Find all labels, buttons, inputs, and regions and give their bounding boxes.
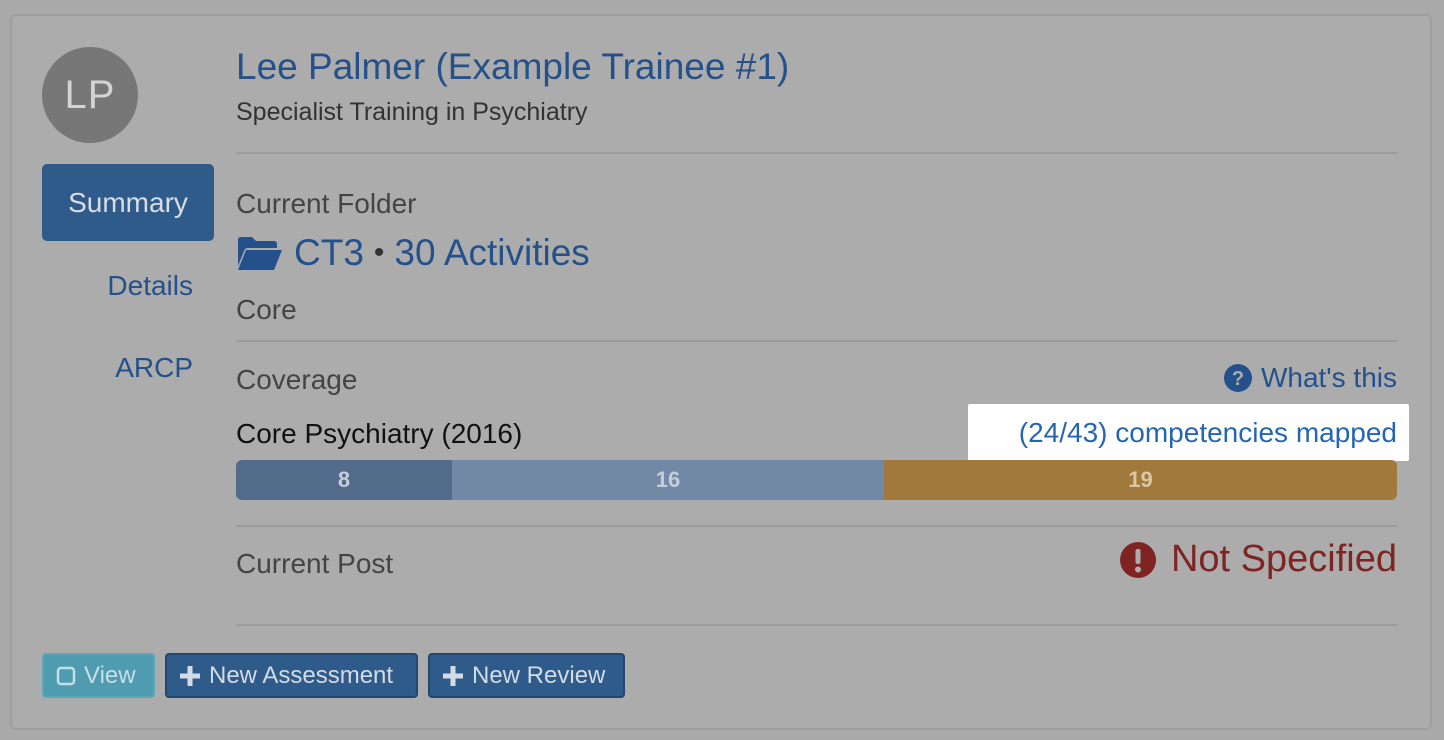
coverage-segment: 16 [452, 460, 884, 500]
new-review-label: New Review [472, 661, 606, 689]
view-button-label: View [84, 661, 136, 689]
competencies-mapped-highlight: (24/43) competencies mapped [968, 404, 1409, 461]
question-circle-icon: ? [1223, 364, 1252, 392]
coverage-label: Coverage [236, 364, 358, 395]
nav-tab-details[interactable]: Details [107, 270, 193, 302]
folder-open-icon [238, 237, 282, 270]
avatar: LP [42, 47, 138, 143]
divider [236, 624, 1397, 626]
folder-type: Core [236, 294, 297, 325]
view-button[interactable]: View [42, 653, 155, 698]
current-post-value: Not Specified [1119, 538, 1397, 581]
current-folder: CT3 • 30 Activities [236, 232, 590, 274]
divider [236, 340, 1397, 342]
exclamation-circle-icon [1119, 541, 1156, 578]
current-post-status: Not Specified [1170, 538, 1397, 580]
divider [236, 152, 1397, 154]
current-folder-label: Current Folder [236, 188, 417, 219]
svg-text:?: ? [1232, 368, 1244, 390]
new-assessment-label: New Assessment [209, 661, 394, 689]
nav-tab-summary[interactable]: Summary [42, 164, 214, 241]
trainee-name-link[interactable]: Lee Palmer (Example Trainee #1) [236, 46, 789, 88]
folder-name-link[interactable]: CT3 [294, 232, 364, 274]
divider [236, 525, 1397, 527]
activities-link[interactable]: 30 Activities [394, 232, 589, 274]
whats-this-link[interactable]: ? What's this [1223, 362, 1397, 394]
current-post-label: Current Post [236, 548, 394, 579]
folder-separator: • [373, 236, 385, 269]
nav-tab-arcp[interactable]: ARCP [115, 352, 193, 384]
trainee-card [10, 14, 1432, 730]
trainee-programme: Specialist Training in Psychiatry [236, 98, 588, 126]
coverage-segment: 19 [884, 460, 1397, 500]
coverage-progress-bar: 8 16 19 [236, 460, 1397, 500]
plus-icon [443, 665, 463, 686]
avatar-initials: LP [64, 72, 116, 117]
whats-this-label: What's this [1260, 362, 1397, 393]
new-assessment-button[interactable]: New Assessment [165, 653, 418, 698]
new-review-button[interactable]: New Review [428, 653, 625, 698]
coverage-segment: 8 [236, 460, 452, 500]
nav-tab-summary-label: Summary [68, 186, 188, 218]
competencies-mapped-link[interactable]: (24/43) competencies mapped [1019, 417, 1397, 449]
plus-icon [180, 665, 200, 686]
curriculum-name: Core Psychiatry (2016) [236, 418, 523, 449]
square-icon [56, 666, 76, 685]
